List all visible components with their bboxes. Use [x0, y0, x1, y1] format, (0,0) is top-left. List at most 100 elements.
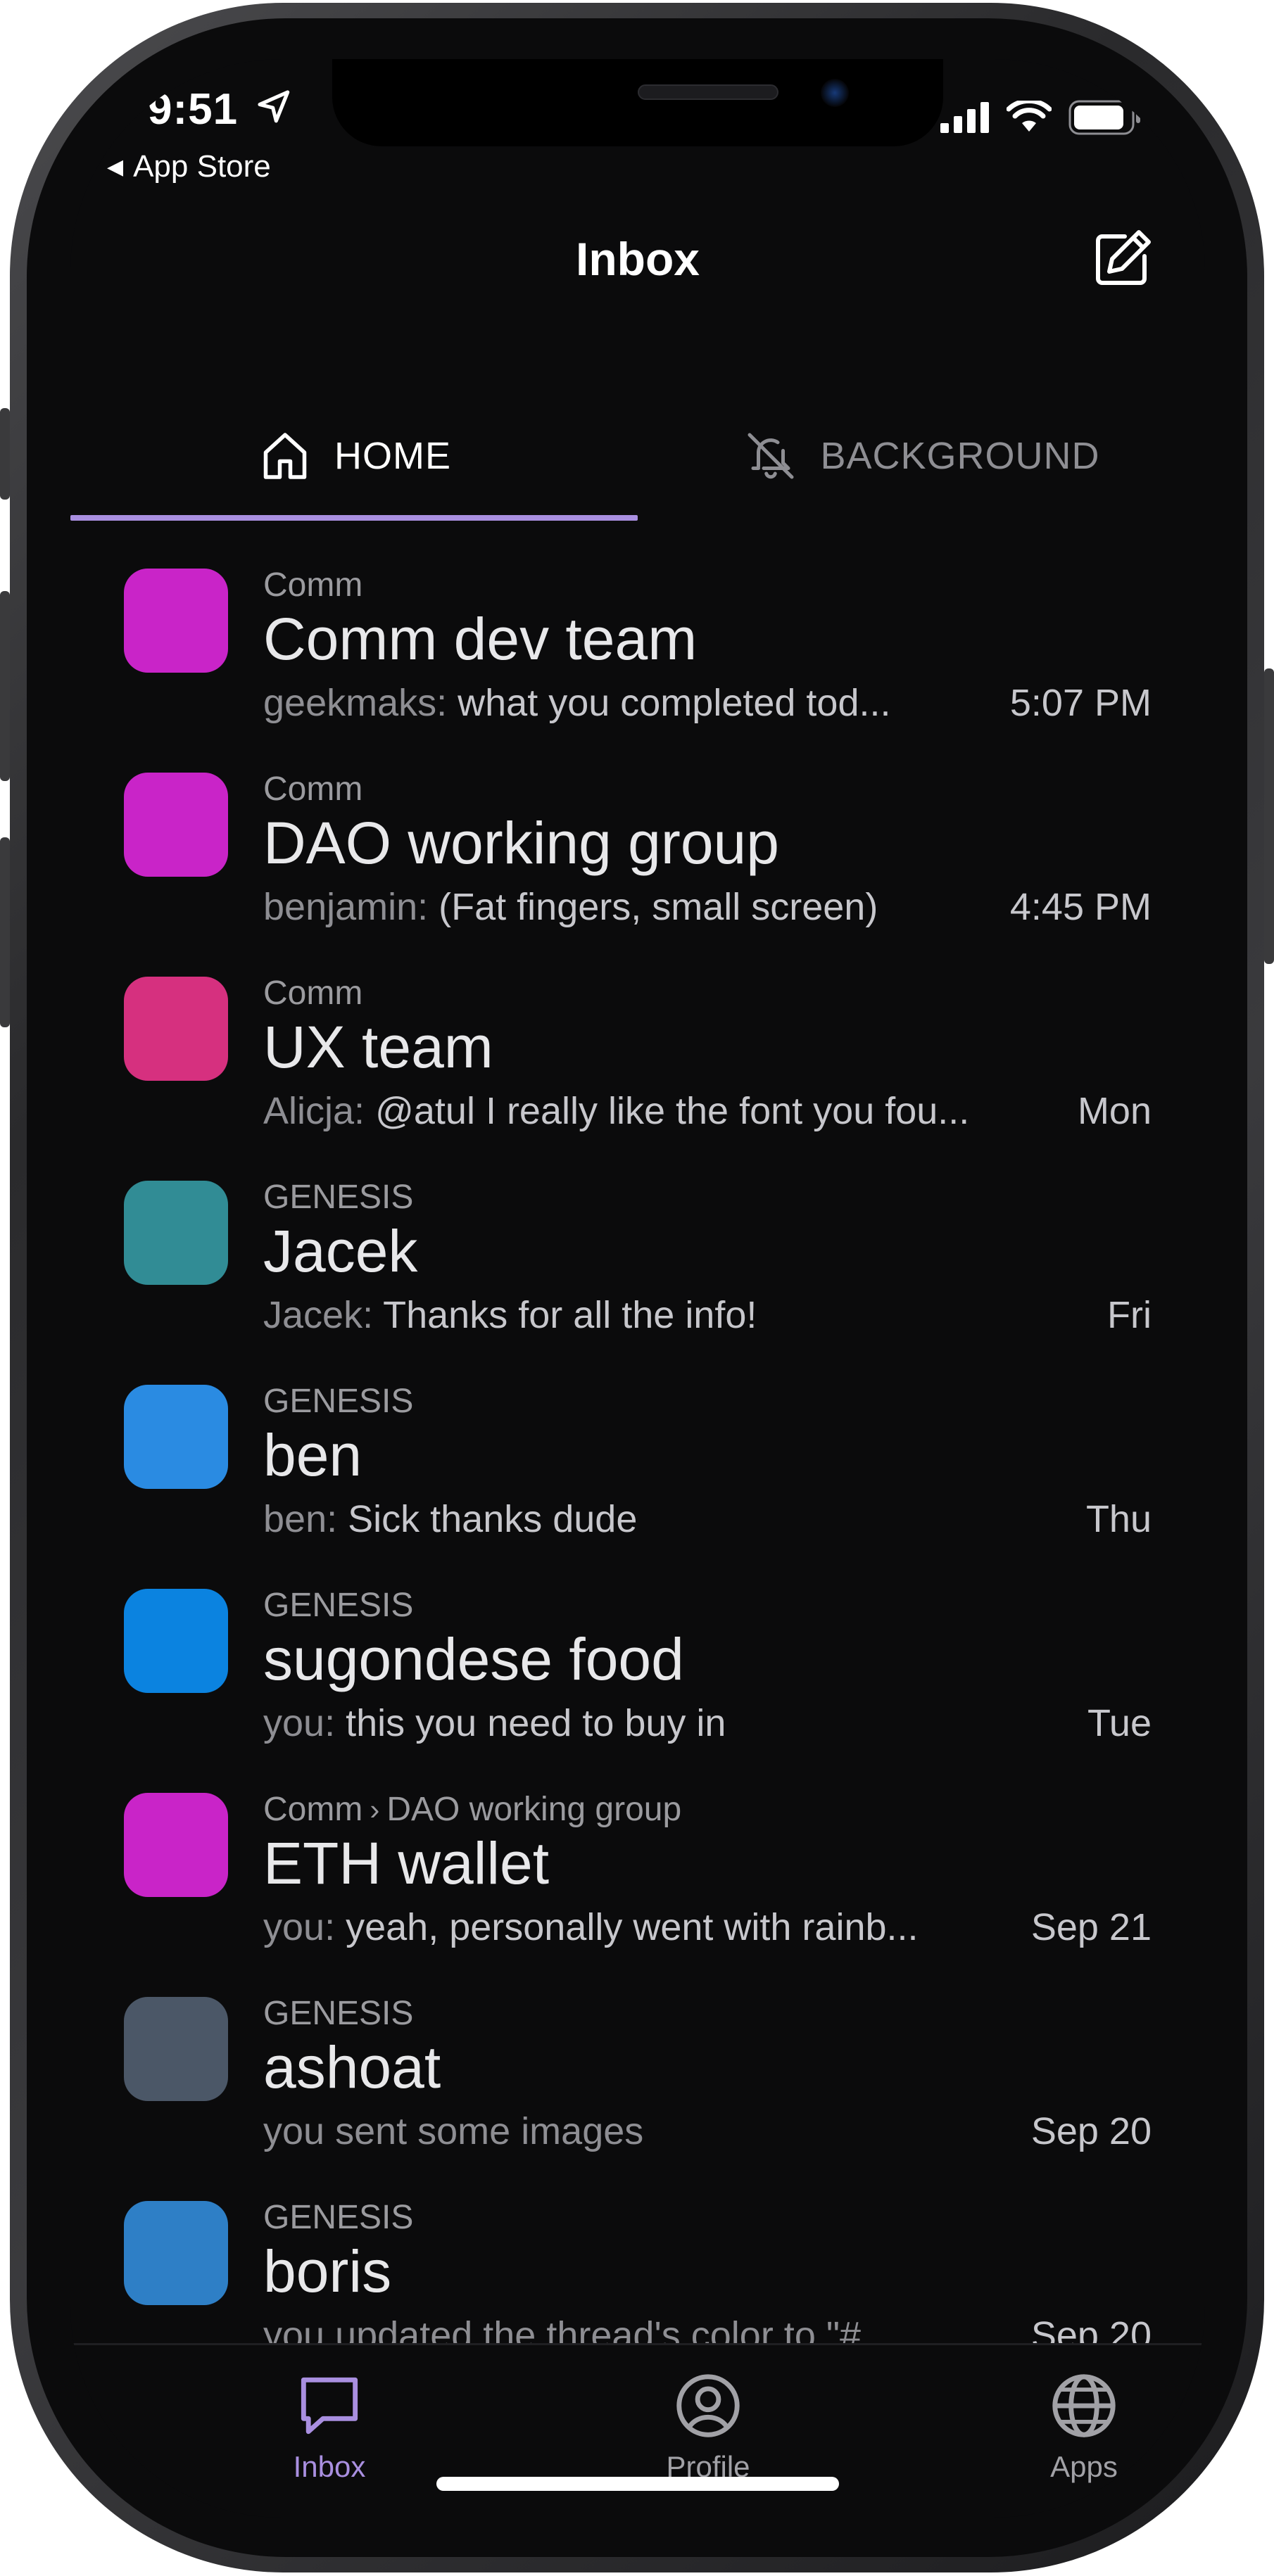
- tabbar-apps-label: Apps: [1050, 2450, 1118, 2483]
- thread-preview: geekmaks: what you completed tod...: [263, 681, 995, 725]
- silent-switch: [0, 408, 10, 500]
- home-indicator: [436, 2477, 839, 2491]
- thread-preview: Jacek: Thanks for all the info!: [263, 1293, 995, 1337]
- preview-author: Jacek:: [263, 1294, 374, 1336]
- power-button: [1264, 668, 1274, 964]
- thread-row[interactable]: GENESIS sugondese food you: this you nee…: [70, 1542, 1205, 1746]
- community-name: Comm: [263, 975, 363, 1012]
- thread-name: ashoat: [263, 2034, 441, 2100]
- community-name: Comm: [263, 1791, 363, 1828]
- thread-community: GENESIS: [263, 1382, 413, 1421]
- page-title: Inbox: [576, 233, 700, 285]
- chat-icon: [301, 2377, 358, 2435]
- home-icon: [263, 433, 307, 479]
- thread-breadcrumb: Comm › DAO working group: [263, 1790, 681, 1829]
- preview-text: what you completed tod...: [458, 682, 891, 724]
- back-triangle-icon: ◀: [107, 155, 124, 179]
- thread-community: GENESIS: [263, 2198, 413, 2237]
- thread-avatar: [124, 569, 228, 673]
- subcommunity-name: DAO working group: [386, 1791, 682, 1828]
- active-tab-indicator: [70, 515, 638, 521]
- preview-text: you sent some images: [263, 2110, 644, 2152]
- thread-time: 4:45 PM: [1009, 886, 1152, 928]
- tabbar-inbox[interactable]: Inbox: [224, 2367, 435, 2484]
- thread-avatar: [124, 1385, 228, 1489]
- back-to-app-store[interactable]: ◀ App Store: [107, 149, 271, 184]
- community-name: GENESIS: [263, 2199, 414, 2236]
- thread-community: Comm: [263, 566, 362, 604]
- thread-preview: you: this you need to buy in: [263, 1701, 995, 1745]
- compose-icon[interactable]: [1088, 225, 1156, 293]
- preview-text: Sick thanks dude: [348, 1498, 638, 1540]
- thread-row[interactable]: GENESIS ashoat you sent some images Sep …: [70, 1950, 1205, 2155]
- thread-avatar: [124, 1181, 228, 1285]
- thread-time: 5:07 PM: [1009, 682, 1152, 724]
- thread-time: Sep 21: [1030, 1906, 1152, 1948]
- volume-up-button: [0, 591, 10, 781]
- back-app-label: App Store: [133, 149, 271, 184]
- preview-author: ben:: [263, 1498, 338, 1540]
- community-name: Comm: [263, 566, 363, 604]
- thread-community: Comm: [263, 974, 362, 1013]
- tabbar-apps[interactable]: Apps: [978, 2367, 1190, 2484]
- thread-preview: benjamin: (Fat fingers, small screen): [263, 885, 995, 929]
- thread-name: boris: [263, 2238, 392, 2304]
- preview-author: you:: [263, 1702, 336, 1744]
- cellular-signal-icon: [940, 102, 989, 133]
- thread-name: sugondese food: [263, 1626, 684, 1692]
- thread-preview: you sent some images: [263, 2109, 995, 2153]
- thread-preview: ben: Sick thanks dude: [263, 1497, 995, 1541]
- thread-time: Fri: [1107, 1294, 1152, 1336]
- community-name: Comm: [263, 770, 363, 808]
- bell-off-icon: [748, 433, 794, 479]
- preview-text: @atul I really like the font you fou...: [375, 1090, 970, 1132]
- globe-icon: [1052, 2374, 1116, 2437]
- thread-community: Comm: [263, 770, 362, 808]
- thread-name: UX team: [263, 1014, 493, 1080]
- bottom-tab-bar: Inbox Profile Apps: [70, 2346, 1205, 2518]
- thread-row[interactable]: GENESIS boris you updated the thread's c…: [70, 2155, 1205, 2343]
- thread-row[interactable]: GENESIS ben ben: Sick thanks dude Thu: [70, 1338, 1205, 1542]
- notch: [332, 59, 943, 146]
- preview-text: you updated the thread's color to "#...: [263, 2314, 893, 2343]
- thread-time: Mon: [1077, 1090, 1152, 1132]
- thread-time: Thu: [1085, 1498, 1152, 1540]
- preview-text: this you need to buy in: [346, 1702, 726, 1744]
- thread-preview: you: yeah, personally went with rainb...: [263, 1905, 995, 1949]
- tabbar-inbox-label: Inbox: [293, 2450, 366, 2483]
- wifi-icon: [1007, 101, 1052, 132]
- thread-row[interactable]: Comm › DAO working group ETH wallet you:…: [70, 1746, 1205, 1950]
- community-name: GENESIS: [263, 1179, 414, 1216]
- thread-name: DAO working group: [263, 810, 779, 876]
- thread-time: Sep 20: [1030, 2314, 1152, 2343]
- preview-author: geekmaks:: [263, 682, 448, 724]
- front-camera: [821, 79, 849, 107]
- tab-background[interactable]: BACKGROUND: [638, 395, 1205, 516]
- thread-avatar: [124, 1589, 228, 1693]
- preview-text: (Fat fingers, small screen): [439, 886, 878, 928]
- inbox-tabs: HOME BACKGROUND: [70, 395, 1205, 522]
- thread-list[interactable]: Comm Comm dev team geekmaks: what you co…: [70, 522, 1205, 2343]
- thread-avatar: [124, 977, 228, 1081]
- thread-name: ben: [263, 1422, 362, 1488]
- preview-text: yeah, personally went with rainb...: [346, 1906, 919, 1948]
- tabbar-profile[interactable]: Profile: [603, 2367, 814, 2484]
- thread-row[interactable]: Comm Comm dev team geekmaks: what you co…: [70, 522, 1205, 726]
- thread-preview: Alicja: @atul I really like the font you…: [263, 1089, 995, 1133]
- thread-avatar: [124, 2201, 228, 2305]
- thread-community: GENESIS: [263, 1178, 413, 1217]
- battery-icon: [1068, 100, 1140, 135]
- thread-avatar: [124, 1997, 228, 2101]
- thread-row[interactable]: GENESIS Jacek Jacek: Thanks for all the …: [70, 1134, 1205, 1338]
- preview-author: you:: [263, 1906, 336, 1948]
- tabbar-divider: [70, 2343, 1205, 2345]
- thread-row[interactable]: Comm UX team Alicja: @atul I really like…: [70, 930, 1205, 1134]
- tab-home[interactable]: HOME: [70, 395, 638, 516]
- community-name: GENESIS: [263, 1995, 414, 2032]
- preview-author: benjamin:: [263, 886, 429, 928]
- thread-row[interactable]: Comm DAO working group benjamin: (Fat fi…: [70, 726, 1205, 930]
- thread-time: Tue: [1087, 1702, 1152, 1744]
- thread-name: ETH wallet: [263, 1830, 550, 1896]
- chevron-right-icon: ›: [370, 1792, 380, 1826]
- community-name: GENESIS: [263, 1383, 414, 1420]
